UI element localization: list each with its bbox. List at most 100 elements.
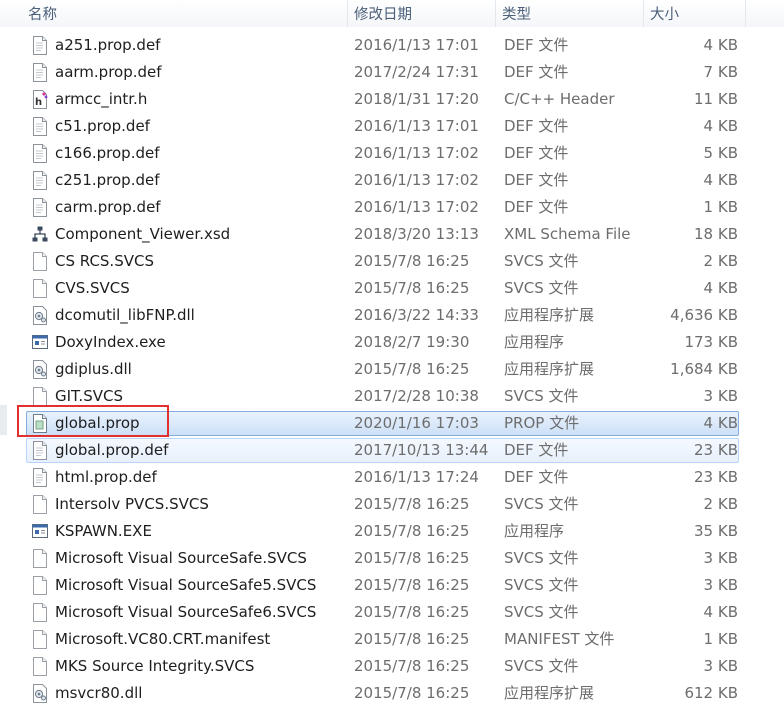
file-name: gdiplus.dll: [55, 360, 132, 378]
file-row[interactable]: a251.prop.def 2016/1/13 17:01 DEF 文件 4 KB: [0, 32, 784, 59]
column-header-type-label: 类型: [502, 7, 531, 23]
file-type: SVCS 文件: [504, 252, 579, 270]
file-type: DEF 文件: [504, 468, 569, 486]
file-row[interactable]: Microsoft Visual SourceSafe.SVCS 2015/7/8…: [0, 545, 784, 572]
file-size: 4 KB: [703, 603, 738, 621]
column-header-size[interactable]: 大小: [644, 0, 746, 27]
file-row[interactable]: c251.prop.def 2016/1/13 17:02 DEF 文件 4 KB: [0, 167, 784, 194]
file-size: 3 KB: [703, 387, 738, 405]
blank-file-icon: [32, 252, 48, 271]
file-modified-date: 2020/1/16 17:03: [354, 414, 479, 432]
file-row[interactable]: Microsoft.VC80.CRT.manifest 2015/7/8 16:2…: [0, 626, 784, 653]
file-type: 应用程序: [504, 522, 565, 540]
file-modified-date: 2018/1/31 17:20: [354, 90, 479, 108]
file-name: a251.prop.def: [55, 36, 161, 54]
file-row[interactable]: gdiplus.dll 2015/7/8 16:25 应用程序扩展 1,684 KB: [0, 356, 784, 383]
file-size: 173 KB: [684, 333, 738, 351]
file-type: C/C++ Header: [504, 90, 615, 108]
document-icon: [32, 117, 48, 136]
file-row[interactable]: msvcr80.dll 2015/7/8 16:25 应用程序扩展 612 KB: [0, 680, 784, 707]
blank-file-icon: [32, 603, 48, 622]
file-row[interactable]: KSPAWN.EXE 2015/7/8 16:25 应用程序 35 KB: [0, 518, 784, 545]
file-row[interactable]: DoxyIndex.exe 2018/2/7 19:30 应用程序 173 KB: [0, 329, 784, 356]
file-type: DEF 文件: [504, 63, 569, 81]
file-name: Microsoft Visual SourceSafe6.SVCS: [55, 603, 317, 621]
file-row[interactable]: h armcc_intr.h 2018/1/31 17:20 C/C++ Header…: [0, 86, 784, 113]
file-row[interactable]: global.prop.def 2017/10/13 13:44 DEF 文件 23 …: [0, 437, 784, 464]
file-row[interactable]: html.prop.def 2016/1/13 17:24 DEF 文件 23 KB: [0, 464, 784, 491]
file-name: Microsoft.VC80.CRT.manifest: [55, 630, 271, 648]
file-name: carm.prop.def: [55, 198, 161, 216]
blank-file-icon: [32, 495, 48, 514]
column-header-type[interactable]: 类型: [496, 0, 644, 27]
file-row[interactable]: aarm.prop.def 2017/2/24 17:31 DEF 文件 7 KB: [0, 59, 784, 86]
file-row[interactable]: Component_Viewer.xsd 2018/3/20 13:13 XML S…: [0, 221, 784, 248]
file-type: SVCS 文件: [504, 495, 579, 513]
file-type: XML Schema File: [504, 225, 631, 243]
file-type: 应用程序: [504, 333, 565, 351]
file-row[interactable]: Intersolv PVCS.SVCS 2015/7/8 16:25 SVCS 文件…: [0, 491, 784, 518]
highlight-annotation-box: [17, 405, 169, 437]
document-icon: [32, 441, 48, 460]
file-row[interactable]: c166.prop.def 2016/1/13 17:02 DEF 文件 5 KB: [0, 140, 784, 167]
file-type: DEF 文件: [504, 171, 569, 189]
file-name: dcomutil_libFNP.dll: [55, 306, 195, 324]
header-file-icon: h: [32, 90, 48, 109]
file-type: SVCS 文件: [504, 549, 579, 567]
sort-up-icon: ⌃: [178, 0, 187, 8]
dll-icon: [32, 306, 48, 325]
document-icon: [32, 198, 48, 217]
file-row[interactable]: c51.prop.def 2016/1/13 17:01 DEF 文件 4 KB: [0, 113, 784, 140]
file-row[interactable]: dcomutil_libFNP.dll 2016/3/22 14:33 应用程序扩展…: [0, 302, 784, 329]
file-size: 7 KB: [703, 63, 738, 81]
file-modified-date: 2016/1/13 17:02: [354, 171, 479, 189]
dll-icon: [32, 684, 48, 703]
file-type: DEF 文件: [504, 117, 569, 135]
file-name: Microsoft Visual SourceSafe5.SVCS: [55, 576, 317, 594]
file-name: KSPAWN.EXE: [55, 522, 152, 540]
file-modified-date: 2015/7/8 16:25: [354, 252, 470, 270]
blank-file-icon: [32, 279, 48, 298]
file-type: DEF 文件: [504, 36, 569, 54]
file-modified-date: 2015/7/8 16:25: [354, 522, 470, 540]
file-size: 3 KB: [703, 576, 738, 594]
file-size: 35 KB: [694, 522, 738, 540]
file-name: MKS Source Integrity.SVCS: [55, 657, 255, 675]
file-size: 18 KB: [694, 225, 738, 243]
blank-file-icon: [32, 576, 48, 595]
file-modified-date: 2016/1/13 17:24: [354, 468, 479, 486]
file-size: 1,684 KB: [670, 360, 738, 378]
file-type: 应用程序扩展: [504, 684, 595, 702]
selection-edge-marker: [0, 405, 7, 435]
file-size: 11 KB: [694, 90, 738, 108]
file-modified-date: 2018/3/20 13:13: [354, 225, 479, 243]
file-type: SVCS 文件: [504, 657, 579, 675]
file-name: Intersolv PVCS.SVCS: [55, 495, 209, 513]
file-row[interactable]: CS RCS.SVCS 2015/7/8 16:25 SVCS 文件 2 KB: [0, 248, 784, 275]
file-name: c166.prop.def: [55, 144, 160, 162]
column-header-date[interactable]: 修改日期: [348, 0, 496, 27]
file-type: SVCS 文件: [504, 603, 579, 621]
file-size: 2 KB: [703, 252, 738, 270]
file-name: html.prop.def: [55, 468, 157, 486]
file-row[interactable]: CVS.SVCS 2015/7/8 16:25 SVCS 文件 4 KB: [0, 275, 784, 302]
file-modified-date: 2016/1/13 17:02: [354, 144, 479, 162]
file-row[interactable]: Microsoft Visual SourceSafe6.SVCS 2015/7/…: [0, 599, 784, 626]
blank-file-icon: [32, 549, 48, 568]
file-size: 2 KB: [703, 495, 738, 513]
file-row[interactable]: MKS Source Integrity.SVCS 2015/7/8 16:25 S…: [0, 653, 784, 680]
exe-icon: [32, 333, 48, 352]
file-modified-date: 2015/7/8 16:25: [354, 657, 470, 675]
file-size: 23 KB: [694, 441, 738, 459]
column-header-bar: 名称 ⌃ 修改日期 类型 大小: [0, 0, 784, 27]
file-row[interactable]: carm.prop.def 2016/1/13 17:02 DEF 文件 1 KB: [0, 194, 784, 221]
file-size: 5 KB: [703, 144, 738, 162]
file-type: DEF 文件: [504, 441, 569, 459]
file-modified-date: 2015/7/8 16:25: [354, 279, 470, 297]
file-size: 23 KB: [694, 468, 738, 486]
dll-icon: [32, 360, 48, 379]
file-modified-date: 2015/7/8 16:25: [354, 360, 470, 378]
file-modified-date: 2016/1/13 17:01: [354, 36, 479, 54]
file-type: SVCS 文件: [504, 279, 579, 297]
file-row[interactable]: Microsoft Visual SourceSafe5.SVCS 2015/7/…: [0, 572, 784, 599]
